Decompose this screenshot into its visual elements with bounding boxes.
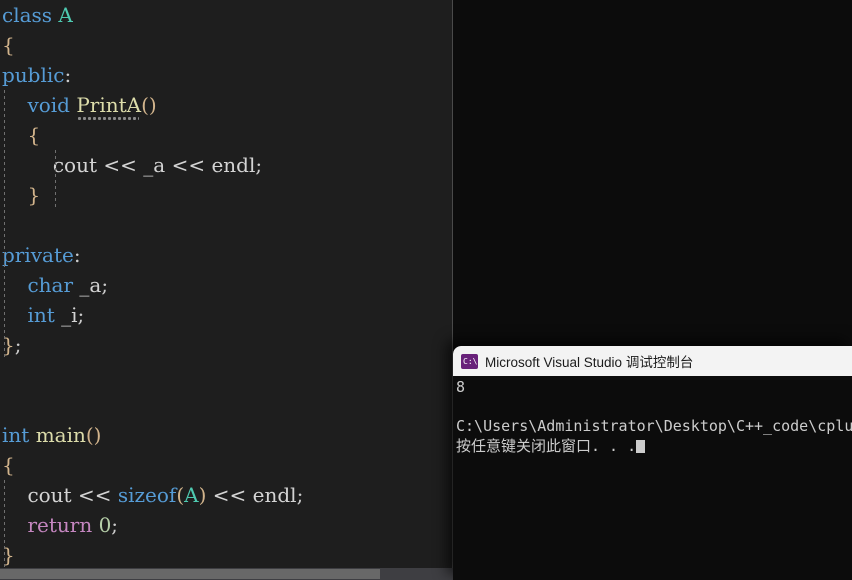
code-token: : bbox=[73, 243, 81, 267]
code-line: } bbox=[0, 540, 453, 568]
code-token: () bbox=[85, 423, 102, 447]
code-line bbox=[0, 210, 453, 240]
code-line: cout << _a << endl; bbox=[0, 150, 453, 180]
code-line: int _i; bbox=[0, 300, 453, 330]
code-token: ; bbox=[111, 513, 119, 537]
code-token: _a bbox=[79, 273, 102, 297]
code-token: A bbox=[184, 483, 199, 507]
code-line: void PrintA() bbox=[0, 90, 453, 120]
code-token: int bbox=[2, 423, 30, 447]
code-line: } bbox=[0, 180, 453, 210]
indent-guide bbox=[4, 180, 5, 210]
code-token: endl bbox=[211, 153, 256, 177]
code-editor[interactable]: class A{public: void PrintA() { cout << … bbox=[0, 0, 453, 568]
code-line: { bbox=[0, 450, 453, 480]
code-line: cout << sizeof(A) << endl; bbox=[0, 480, 453, 510]
code-token: } bbox=[27, 183, 41, 207]
indent-guide bbox=[4, 480, 5, 510]
code-content[interactable]: class A{public: void PrintA() { cout << … bbox=[0, 0, 453, 568]
console-title-label: Microsoft Visual Studio 调试控制台 bbox=[485, 355, 694, 370]
indent-guide bbox=[4, 540, 5, 568]
code-token: _i bbox=[61, 303, 78, 327]
code-token: ; bbox=[77, 303, 85, 327]
code-line: }; bbox=[0, 330, 453, 360]
code-token: << bbox=[212, 483, 247, 507]
code-token: A bbox=[58, 3, 73, 27]
code-token: int bbox=[27, 303, 55, 327]
code-token: ; bbox=[255, 153, 263, 177]
code-token: endl bbox=[252, 483, 297, 507]
console-window-icon bbox=[461, 353, 478, 369]
indent-guide bbox=[4, 90, 5, 120]
console-cursor bbox=[636, 439, 646, 453]
code-token: PrintA bbox=[76, 93, 142, 117]
code-token: ; bbox=[101, 273, 109, 297]
code-token: ; bbox=[14, 333, 22, 357]
code-token: sizeof bbox=[117, 483, 177, 507]
code-token: cout bbox=[27, 483, 72, 507]
indent-guide bbox=[55, 150, 56, 180]
indent-guide bbox=[55, 180, 56, 210]
indent-guide bbox=[4, 270, 5, 300]
indent-guide bbox=[4, 300, 5, 330]
console-output-text: 8 C:\Users\Administrator\Desktop\C++_cod… bbox=[456, 378, 852, 456]
screen-root: class A{public: void PrintA() { cout << … bbox=[0, 0, 852, 580]
console-line: C:\Users\Administrator\Desktop\C++_code\… bbox=[456, 417, 852, 435]
code-token: : bbox=[64, 63, 72, 87]
code-token: void bbox=[27, 93, 70, 117]
code-token: _a bbox=[143, 153, 166, 177]
indent-guide bbox=[4, 240, 5, 270]
debug-console-window[interactable]: Microsoft Visual Studio 调试控制台 8 C:\Users… bbox=[453, 346, 852, 580]
code-token: class bbox=[2, 3, 53, 27]
indent-guide bbox=[4, 510, 5, 540]
editor-horizontal-scrollbar[interactable] bbox=[0, 568, 453, 580]
code-token: 0 bbox=[98, 513, 112, 537]
code-token: char bbox=[27, 273, 74, 297]
console-titlebar[interactable]: Microsoft Visual Studio 调试控制台 bbox=[453, 346, 852, 376]
code-line: return 0; bbox=[0, 510, 453, 540]
code-line: class A bbox=[0, 0, 453, 30]
code-token: main bbox=[35, 423, 86, 447]
indent-guide bbox=[4, 120, 5, 150]
code-token: ( bbox=[176, 483, 185, 507]
code-line: { bbox=[0, 120, 453, 150]
console-line: 按任意键关闭此窗口. . . bbox=[456, 437, 852, 457]
code-line: int main() bbox=[0, 420, 453, 450]
code-token: ; bbox=[296, 483, 304, 507]
code-token: () bbox=[141, 93, 157, 117]
indent-guide bbox=[4, 330, 5, 360]
code-line: public: bbox=[0, 60, 453, 90]
code-token: public bbox=[2, 63, 65, 87]
indent-guide bbox=[4, 210, 5, 240]
code-token: << bbox=[103, 153, 137, 177]
code-line: private: bbox=[0, 240, 453, 270]
code-token: return bbox=[27, 513, 93, 537]
code-line: { bbox=[0, 30, 453, 60]
code-token: private bbox=[2, 243, 74, 267]
code-token: { bbox=[2, 33, 15, 57]
code-token: << bbox=[171, 153, 206, 177]
code-line: char _a; bbox=[0, 270, 453, 300]
code-token: { bbox=[27, 123, 41, 147]
console-line: 8 bbox=[456, 378, 466, 396]
code-token: cout bbox=[52, 153, 98, 177]
code-token: { bbox=[2, 453, 15, 477]
editor-horizontal-scrollbar-thumb[interactable] bbox=[0, 569, 380, 579]
console-output-area[interactable]: 8 C:\Users\Administrator\Desktop\C++_cod… bbox=[453, 376, 852, 580]
indent-guide bbox=[4, 150, 5, 180]
code-token: << bbox=[77, 483, 112, 507]
